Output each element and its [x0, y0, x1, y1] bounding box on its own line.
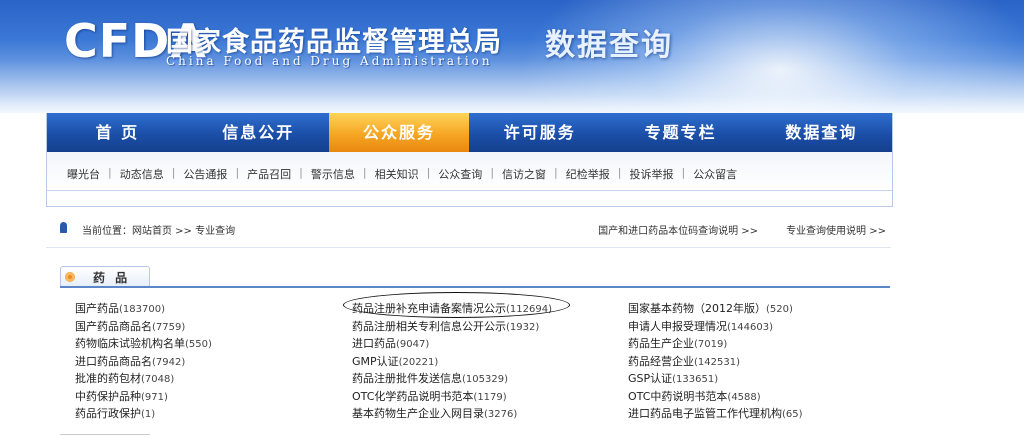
db-link[interactable]: 进口药品电子监管工作代理机构(65) — [628, 405, 803, 423]
db-link[interactable]: OTC化学药品说明书范本(1179) — [352, 388, 552, 406]
subnav-item[interactable]: 动态信息 — [120, 166, 164, 182]
divider — [46, 247, 891, 248]
subnav-item[interactable]: 纪检举报 — [566, 166, 610, 182]
subnav-item[interactable]: 曝光台 — [67, 166, 100, 182]
subnav-item[interactable]: 信访之窗 — [502, 166, 546, 182]
nav-item-public-service[interactable]: 公众服务 — [328, 113, 470, 152]
db-link[interactable]: 进口药品商品名(7942) — [75, 353, 212, 371]
subnav-item[interactable]: 投诉举报 — [629, 166, 673, 182]
subnav-separator: | — [171, 166, 176, 179]
nav-item-license-service[interactable]: 许可服务 — [469, 113, 610, 152]
db-link[interactable]: 药品经营企业(142531) — [628, 353, 803, 371]
sub-nav: 曝光台 | 动态信息 | 公告通报 | 产品召回 | 警示信息 | 相关知识 | 公众查询 |… — [47, 152, 892, 191]
link-column-3: 国家基本药物（2012年版）(520) 申请人申报受理情况(144603) 药品… — [628, 300, 803, 423]
db-link[interactable]: 药品注册批件发送信息(105329) — [352, 370, 552, 388]
subnav-separator: | — [235, 166, 240, 179]
header-banner: CFDA 国家食品药品监督管理总局 China Food and Drug Ad… — [0, 0, 1024, 113]
link-column-2: 药品注册补充申请备案情况公示(112694) 药品注册相关专利信息公开公示(19… — [352, 300, 552, 423]
subnav-separator: | — [554, 166, 558, 179]
subnav-item[interactable]: 产品召回 — [247, 166, 291, 182]
subnav-item[interactable]: 公众查询 — [438, 166, 482, 182]
site-title: 数据查询 — [545, 28, 673, 63]
db-link[interactable]: GMP认证(20221) — [352, 353, 552, 371]
db-link[interactable]: 药品生产企业(7019) — [628, 335, 803, 353]
main-nav: 首 页 信息公开 公众服务 许可服务 专题专栏 数据查询 — [47, 113, 892, 152]
db-link[interactable]: 国产药品商品名(7759) — [75, 318, 212, 336]
section-title: 药 品 — [93, 271, 131, 285]
nav-item-special-topics[interactable]: 专题专栏 — [610, 113, 751, 152]
db-link[interactable]: 进口药品(9047) — [352, 335, 552, 353]
db-link[interactable]: GSP认证(133651) — [628, 370, 803, 388]
sub-nav-list: 曝光台 | 动态信息 | 公告通报 | 产品召回 | 警示信息 | 相关知识 | 公众查询 |… — [67, 166, 737, 182]
breadcrumb: 当前位置：网站首页 >> 专业查询 国产和进口药品本位码查询说明 >> 专业查询使… — [60, 222, 886, 238]
link-column-1: 国产药品(183700) 国产药品商品名(7759) 药物临床试验机构名单(55… — [75, 300, 212, 423]
subnav-item[interactable]: 公告通报 — [183, 166, 227, 182]
query-usage-help-link[interactable]: 专业查询使用说明 >> — [786, 226, 886, 237]
subnav-separator: | — [426, 166, 431, 179]
db-link[interactable]: 国家基本药物（2012年版）(520) — [628, 300, 803, 318]
navigation: 首 页 信息公开 公众服务 许可服务 专题专栏 数据查询 曝光台 | 动态信息 | … — [46, 113, 893, 207]
db-link[interactable]: 药品注册相关专利信息公开公示(1932) — [352, 318, 552, 336]
breadcrumb-text[interactable]: 当前位置：网站首页 >> 专业查询 — [82, 222, 235, 237]
subnav-item[interactable]: 公众留言 — [693, 166, 737, 182]
section-underline — [60, 286, 890, 288]
db-link[interactable]: 国产药品(183700) — [75, 300, 212, 318]
subnav-separator: | — [617, 166, 622, 179]
hand-drawn-circle-annotation — [343, 292, 570, 318]
db-link[interactable]: 药物临床试验机构名单(550) — [75, 335, 212, 353]
org-name-en: China Food and Drug Administration — [166, 54, 493, 68]
subnav-item[interactable]: 相关知识 — [375, 166, 419, 182]
db-link[interactable]: 基本药物生产企业入网目录(3276) — [352, 405, 552, 423]
subnav-separator: | — [362, 166, 367, 179]
bottom-rule — [60, 434, 150, 435]
subnav-separator: | — [108, 166, 112, 179]
nav-item-data-query[interactable]: 数据查询 — [751, 113, 892, 152]
db-link[interactable]: 申请人申报受理情况(144603) — [628, 318, 803, 336]
subnav-separator: | — [681, 166, 686, 179]
nav-item-home[interactable]: 首 页 — [47, 113, 188, 152]
section-tab-drugs: 药 品 — [60, 266, 150, 287]
db-link[interactable]: 中药保护品种(971) — [75, 388, 212, 406]
subnav-separator: | — [490, 166, 495, 179]
location-pin-icon — [60, 222, 67, 233]
db-link[interactable]: OTC中药说明书范本(4588) — [628, 388, 803, 406]
breadcrumb-right-links: 国产和进口药品本位码查询说明 >> 专业查询使用说明 >> — [598, 222, 886, 237]
db-link[interactable]: 批准的药包材(7048) — [75, 370, 212, 388]
db-link[interactable]: 药品行政保护(1) — [75, 405, 212, 423]
subnav-separator: | — [299, 166, 303, 179]
nav-item-info-public[interactable]: 信息公开 — [188, 113, 329, 152]
bullet-icon — [65, 272, 75, 282]
subnav-item[interactable]: 警示信息 — [311, 166, 355, 182]
code-query-help-link[interactable]: 国产和进口药品本位码查询说明 >> — [598, 226, 758, 237]
